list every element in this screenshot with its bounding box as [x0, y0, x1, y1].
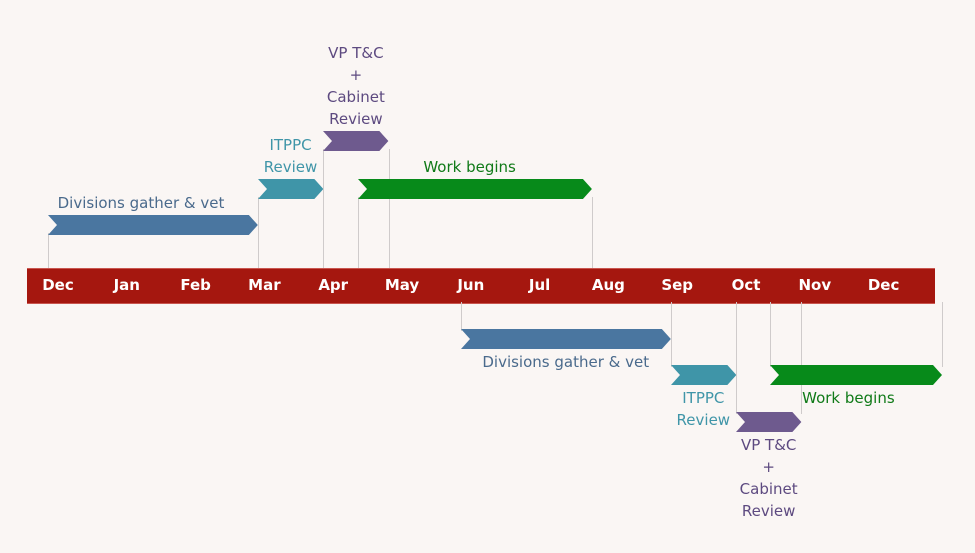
- month-label: Aug: [591, 276, 625, 294]
- month-label: Jun: [457, 276, 485, 294]
- month-label: Nov: [798, 276, 832, 294]
- connector-line: [323, 149, 325, 268]
- chevron-shape: [48, 215, 258, 235]
- task-bar-vp1: [323, 131, 389, 151]
- task-label-line: Review: [329, 110, 383, 128]
- task-label-line: +: [349, 66, 363, 84]
- connector-line: [591, 197, 593, 268]
- month-label: Jul: [528, 276, 551, 294]
- task-bar-div2: [460, 329, 671, 349]
- connector-line: [736, 302, 737, 414]
- connector-line: [670, 302, 672, 367]
- chevron-shape: [770, 365, 943, 385]
- month-label: Sep: [661, 276, 694, 294]
- task-label: VP T&C + Cabinet Review: [740, 434, 798, 522]
- task-label-line: +: [762, 458, 775, 476]
- connector-line: [388, 149, 390, 268]
- month-label: Dec: [42, 276, 74, 294]
- task-bar-itppc2: [670, 365, 736, 385]
- task-label-line: Cabinet: [739, 480, 798, 498]
- connector-line: [48, 233, 49, 268]
- task-label: ITPPC Review: [677, 387, 731, 431]
- connector-line: [357, 197, 359, 268]
- connector-line: [257, 197, 259, 268]
- month-label: May: [384, 276, 420, 294]
- task-label-line: Work begins: [802, 389, 895, 407]
- task-label: ITPPC Review: [264, 134, 318, 178]
- chevron-shape: [670, 365, 736, 385]
- task-label: Divisions gather & vet: [58, 192, 225, 214]
- chevron-shape: [257, 179, 324, 199]
- task-bar-vp2: [736, 412, 802, 432]
- task-label: Divisions gather & vet: [482, 351, 649, 373]
- task-label-line: Review: [676, 411, 731, 429]
- task-bar-work2: [770, 365, 943, 385]
- month-label: Feb: [180, 276, 211, 294]
- chevron-shape: [460, 329, 671, 349]
- task-label-line: Divisions gather & vet: [482, 353, 650, 371]
- connector-line: [770, 302, 772, 367]
- task-label-line: VP T&C: [328, 44, 384, 62]
- task-bar-itppc1: [257, 179, 324, 199]
- task-label-line: Review: [263, 158, 318, 176]
- task-bar-work1: [357, 179, 592, 199]
- task-label: Work begins: [423, 156, 516, 178]
- month-label: Dec: [867, 276, 900, 294]
- month-label: Apr: [318, 276, 349, 294]
- chevron-shape: [323, 131, 389, 151]
- task-label-line: Cabinet: [326, 88, 385, 106]
- connector-line: [942, 302, 944, 367]
- task-label: Work begins: [802, 387, 895, 409]
- task-bar-div1: [48, 215, 258, 235]
- task-label-line: Review: [741, 502, 796, 520]
- connector-line: [460, 302, 462, 331]
- month-label: Mar: [248, 276, 281, 294]
- month-label: Oct: [731, 276, 761, 294]
- task-label-line: ITPPC: [682, 389, 725, 407]
- chevron-shape: [357, 179, 592, 199]
- month-label: Jan: [113, 276, 140, 294]
- task-label-line: Work begins: [423, 158, 516, 176]
- task-label-line: VP T&C: [740, 436, 797, 454]
- task-label: VP T&C + Cabinet Review: [327, 42, 385, 130]
- task-label-line: ITPPC: [269, 136, 312, 154]
- chevron-shape: [736, 412, 802, 432]
- timeline-diagram: Dec Jan Feb Mar Apr May Jun Jul Aug Sep Oct Nov Dec …: [0, 0, 975, 553]
- task-label-line: Divisions gather & vet: [57, 194, 225, 212]
